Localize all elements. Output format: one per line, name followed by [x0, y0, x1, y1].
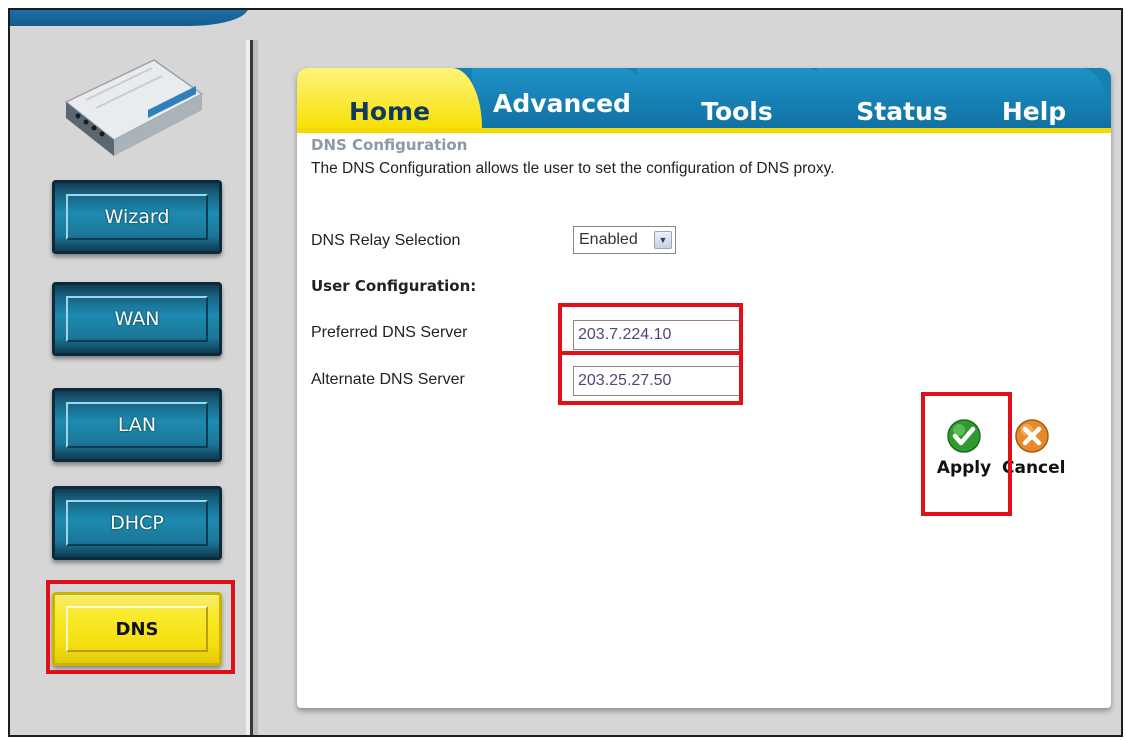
router-device-icon [64, 59, 204, 156]
tab-home[interactable]: Home [297, 68, 482, 132]
sidebar-item-label: DHCP [66, 500, 208, 546]
alternate-dns-label: Alternate DNS Server [311, 371, 465, 388]
dns-relay-label: DNS Relay Selection [311, 232, 461, 249]
tab-bar: Status Help Tools Advanced Home [297, 68, 1111, 132]
sidebar-item-lan[interactable]: LAN [52, 388, 222, 462]
cancel-label: Cancel [1002, 458, 1066, 478]
dns-relay-value: Enabled [579, 231, 638, 248]
tab-underline [297, 128, 1111, 133]
sidebar-item-wizard[interactable]: Wizard [52, 180, 222, 254]
checkmark-icon [947, 419, 981, 453]
tab-label: Tools [701, 97, 773, 126]
apply-label: Apply [936, 458, 992, 478]
tab-label: Status [856, 97, 948, 126]
apply-button[interactable]: Apply [934, 418, 994, 478]
cancel-button[interactable]: Cancel [1002, 418, 1066, 478]
dns-relay-select[interactable]: Enabled ▼ [573, 226, 676, 254]
tab-advanced[interactable]: Advanced [472, 68, 652, 132]
preferred-dns-input[interactable]: 203.7.224.10 [573, 320, 741, 350]
tab-label: Advanced [493, 89, 631, 118]
sidebar-item-label: WAN [66, 296, 208, 342]
sidebar-item-label: DNS [66, 606, 208, 652]
chevron-down-icon: ▼ [654, 231, 672, 249]
section-description: The DNS Configuration allows tle user to… [311, 160, 835, 177]
sidebar-item-label: LAN [66, 402, 208, 448]
sidebar-item-dns[interactable]: DNS [52, 592, 222, 666]
top-banner-arc [10, 10, 248, 26]
router-admin-window: Wizard WAN LAN DHCP DNS Status Help Tool… [8, 8, 1123, 737]
alternate-dns-input[interactable]: 203.25.27.50 [573, 366, 741, 396]
section-title: DNS Configuration [311, 136, 468, 154]
main-panel: Status Help Tools Advanced Home DNS Conf… [297, 68, 1111, 708]
sidebar-item-label: Wizard [66, 194, 208, 240]
sidebar-item-wan[interactable]: WAN [52, 282, 222, 356]
user-config-heading: User Configuration: [311, 277, 477, 295]
sidebar-divider [246, 40, 258, 735]
preferred-dns-label: Preferred DNS Server [311, 324, 468, 341]
cancel-x-icon [1015, 419, 1049, 453]
tab-help[interactable]: Help [957, 68, 1111, 132]
tab-label: Home [348, 97, 431, 126]
tab-tools[interactable]: Tools [637, 68, 837, 132]
tab-label: Help [1001, 97, 1067, 126]
sidebar-item-dhcp[interactable]: DHCP [52, 486, 222, 560]
